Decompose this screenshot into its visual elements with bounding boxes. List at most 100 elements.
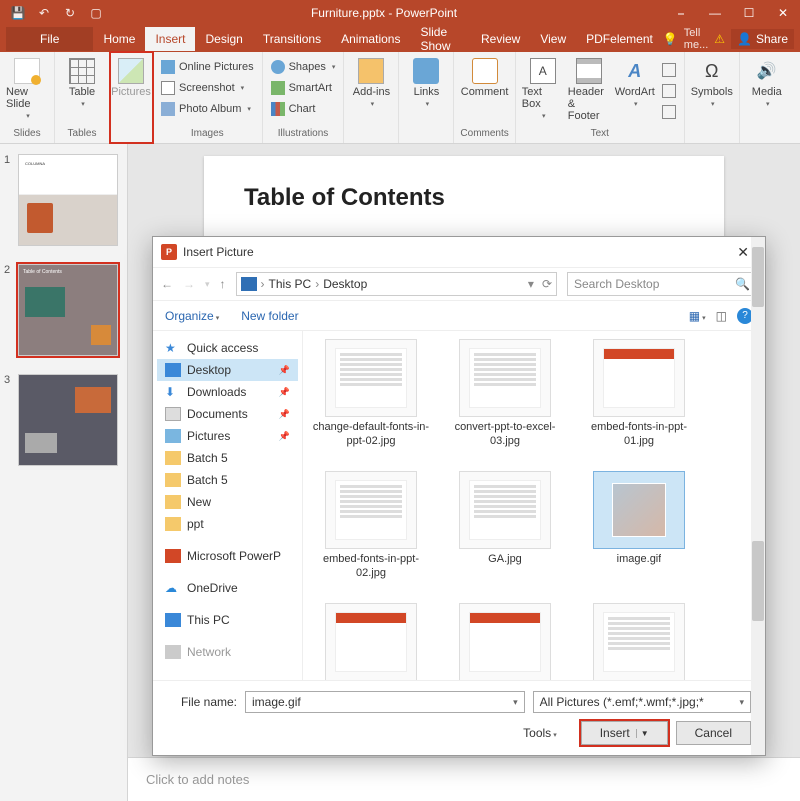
group-links: Links — [399, 52, 454, 143]
share-button[interactable]: 👤Share — [731, 29, 794, 49]
slide-number-button[interactable] — [660, 81, 678, 101]
file-label: convert-ppt-to-excel-03.jpg — [445, 421, 565, 461]
media-icon: 🔊 — [754, 58, 780, 84]
close-icon[interactable]: ✕ — [766, 0, 800, 26]
thumb-2[interactable]: 2 Table of Contents — [4, 264, 123, 356]
forward-icon[interactable]: → — [183, 277, 195, 291]
tab-pdfelement[interactable]: PDFelement — [576, 27, 663, 51]
ribbon-options-icon[interactable]: ⎯ — [664, 0, 698, 26]
downloads-icon: ⬇ — [165, 385, 181, 399]
text-box-button[interactable]: A Text Box — [522, 54, 564, 120]
refresh-icon[interactable]: ⟳ — [542, 277, 552, 291]
tab-design[interactable]: Design — [195, 27, 252, 51]
tools-button[interactable]: Tools — [523, 726, 557, 740]
sidebar-item-batch5b[interactable]: Batch 5 — [157, 469, 298, 491]
group-illustrations: Shapes SmartArt Chart Illustrations — [263, 52, 345, 143]
group-addins: Add-ins — [344, 52, 399, 143]
recent-icon[interactable]: ▾ — [205, 279, 210, 290]
back-icon[interactable]: ← — [161, 277, 173, 291]
file-item[interactable]: GA.jpg — [445, 471, 565, 593]
smartart-button[interactable]: SmartArt — [269, 78, 338, 98]
sidebar-item-pictures[interactable]: Pictures📌 — [157, 425, 298, 447]
tab-view[interactable]: View — [530, 27, 576, 51]
new-slide-button[interactable]: New Slide — [6, 54, 48, 120]
photo-album-button[interactable]: Photo Album — [159, 99, 256, 119]
sidebar-item-network[interactable]: Network — [157, 641, 298, 663]
links-button[interactable]: Links — [405, 54, 447, 108]
screenshot-button[interactable]: Screenshot — [159, 78, 256, 98]
addins-button[interactable]: Add-ins — [350, 54, 392, 108]
tab-file[interactable]: File — [6, 27, 93, 51]
sidebar-item-downloads[interactable]: ⬇Downloads📌 — [157, 381, 298, 403]
minimize-icon[interactable]: — — [698, 0, 732, 26]
tab-animations[interactable]: Animations — [331, 27, 410, 51]
folder-icon — [165, 473, 181, 487]
group-tables: Table Tables — [55, 52, 110, 143]
file-item[interactable]: embed-fonts-in-ppt-01.jpg — [579, 339, 699, 461]
date-time-button[interactable] — [660, 60, 678, 80]
search-input[interactable]: Search Desktop 🔍 — [567, 272, 757, 296]
file-item[interactable]: convert-ppt-to-excel-03.jpg — [445, 339, 565, 461]
file-thumbnail — [325, 471, 417, 549]
thumb-3[interactable]: 3 — [4, 374, 123, 466]
notes-pane[interactable]: Click to add notes — [128, 757, 800, 801]
wordart-button[interactable]: A WordArt — [614, 54, 656, 108]
save-icon[interactable]: 💾 — [10, 5, 26, 21]
view-mode-button[interactable]: ▦ — [689, 309, 706, 323]
sidebar-item-batch5a[interactable]: Batch 5 — [157, 447, 298, 469]
slide-title[interactable]: Table of Contents — [244, 184, 684, 212]
insert-button[interactable]: Insert▼ — [581, 721, 668, 745]
sidebar-item-new[interactable]: New — [157, 491, 298, 513]
organize-button[interactable]: Organize — [165, 309, 219, 323]
dialog-toolbar: Organize New folder ▦ ◫ ? — [153, 301, 765, 331]
filename-input[interactable]: image.gif▾ — [245, 691, 525, 713]
sidebar-item-onedrive[interactable]: ☁OneDrive — [157, 577, 298, 599]
start-from-beginning-icon[interactable]: ▢ — [88, 5, 104, 21]
new-slide-icon — [14, 58, 40, 84]
preview-pane-button[interactable]: ◫ — [716, 309, 727, 323]
window-controls: ⎯ — ☐ ✕ — [664, 0, 800, 26]
share-icon: 👤 — [737, 32, 752, 46]
file-item[interactable]: make-a-powerpoint-on-mac-02.jpg.png — [579, 603, 699, 680]
sidebar-item-ppt[interactable]: ppt — [157, 513, 298, 535]
tab-insert[interactable]: Insert — [145, 27, 195, 51]
header-footer-button[interactable]: Header & Footer — [568, 54, 610, 122]
tell-me-search[interactable]: Tell me... — [684, 27, 708, 51]
tab-transitions[interactable]: Transitions — [253, 27, 331, 51]
new-folder-button[interactable]: New folder — [241, 309, 298, 323]
filetype-filter[interactable]: All Pictures (*.emf;*.wmf;*.jpg;*▾ — [533, 691, 751, 713]
redo-icon[interactable]: ↻ — [62, 5, 78, 21]
group-slides: New Slide Slides — [0, 52, 55, 143]
symbols-button[interactable]: Ω Symbols — [691, 54, 733, 108]
file-item[interactable]: insert-video-to-ppt.jpg — [311, 603, 431, 680]
media-button[interactable]: 🔊 Media — [746, 54, 788, 108]
tab-home[interactable]: Home — [93, 27, 145, 51]
online-pictures-button[interactable]: Online Pictures — [159, 57, 256, 77]
breadcrumb[interactable]: › This PC › Desktop ▾ ⟳ — [236, 272, 557, 296]
file-item[interactable]: make-a-powerpoint-on-mac-02.jpg — [445, 603, 565, 680]
pictures-button[interactable]: Pictures — [110, 54, 152, 98]
file-item[interactable]: change-default-fonts-in-ppt-02.jpg — [311, 339, 431, 461]
tab-review[interactable]: Review — [471, 27, 530, 51]
file-item[interactable]: image.gif — [579, 471, 699, 593]
screenshot-icon — [161, 81, 175, 95]
sidebar-item-documents[interactable]: Documents📌 — [157, 403, 298, 425]
sidebar-item-desktop[interactable]: Desktop📌 — [157, 359, 298, 381]
object-button[interactable] — [660, 102, 678, 122]
maximize-icon[interactable]: ☐ — [732, 0, 766, 26]
table-button[interactable]: Table — [61, 54, 103, 108]
comment-button[interactable]: Comment — [464, 54, 506, 98]
sidebar-item-thispc[interactable]: This PC — [157, 609, 298, 631]
thumb-1[interactable]: 1 COLUMNA — [4, 154, 123, 246]
pc-icon — [241, 277, 257, 291]
sidebar-item-quick-access[interactable]: ★Quick access — [157, 337, 298, 359]
undo-icon[interactable]: ↶ — [36, 5, 52, 21]
up-icon[interactable]: ↑ — [220, 277, 226, 291]
shapes-button[interactable]: Shapes — [269, 57, 338, 77]
file-item[interactable]: embed-fonts-in-ppt-02.jpg — [311, 471, 431, 593]
chart-button[interactable]: Chart — [269, 99, 338, 119]
sidebar-item-mspp[interactable]: Microsoft PowerP — [157, 545, 298, 567]
cancel-button[interactable]: Cancel — [676, 721, 751, 745]
dialog-file-list[interactable]: change-default-fonts-in-ppt-02.jpg conver… — [303, 331, 765, 680]
star-icon: ★ — [165, 341, 181, 355]
